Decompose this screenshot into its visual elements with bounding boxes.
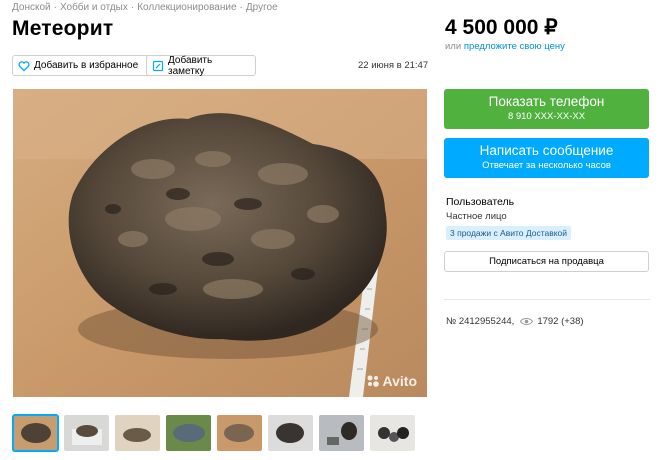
divider — [444, 299, 650, 300]
show-phone-button[interactable]: Показать телефон 8 910 XXX-XX-XX — [444, 89, 649, 129]
price: 4 500 000 ₽ — [445, 16, 558, 39]
write-message-button[interactable]: Написать сообщение Отвечает за несколько… — [444, 138, 649, 178]
favorite-label: Добавить в избранное — [34, 60, 139, 71]
ad-number: № 2412955244, — [446, 316, 515, 327]
view-count: 1792 (+38) — [537, 316, 584, 327]
thumbnail[interactable] — [217, 415, 262, 451]
response-time: Отвечает за несколько часов — [482, 160, 611, 171]
breadcrumb-item[interactable]: Другое — [246, 2, 278, 13]
thumbnail[interactable] — [268, 415, 313, 451]
write-message-label: Написать сообщение — [479, 143, 614, 158]
delivery-badge: 3 продажи с Авито Доставкой — [446, 226, 572, 240]
avito-logo-icon — [366, 374, 380, 388]
thumbnail[interactable] — [12, 414, 59, 452]
note-label: Добавить заметку — [168, 54, 213, 77]
eye-icon — [520, 317, 534, 326]
price-offer: или предложите свою цену — [445, 41, 565, 52]
thumbnail[interactable] — [115, 415, 160, 451]
thumbnail[interactable] — [319, 415, 364, 451]
offer-price-link[interactable]: предложите свою цену — [464, 41, 565, 52]
seller-name[interactable]: Пользователь — [446, 196, 514, 208]
thumbnail[interactable] — [370, 415, 415, 451]
main-photo[interactable]: Avito — [13, 89, 427, 397]
heart-icon — [18, 60, 30, 72]
subscribe-seller-button[interactable]: Подписаться на продавца — [444, 251, 649, 272]
thumbnail-strip — [12, 414, 415, 452]
note-icon — [152, 60, 164, 72]
breadcrumb-item[interactable]: Донской — [12, 2, 51, 13]
page-title: Метеорит — [12, 17, 114, 40]
show-phone-label: Показать телефон — [488, 94, 605, 109]
meteorite-photo-image — [13, 89, 427, 397]
price-or-text: или — [445, 41, 462, 52]
ad-stats: № 2412955244, 1792 (+38) — [446, 316, 584, 327]
thumbnail[interactable] — [166, 415, 211, 451]
breadcrumb-item[interactable]: Коллекционирование — [137, 2, 236, 13]
avito-watermark: Avito — [366, 373, 417, 389]
breadcrumb-item[interactable]: Хобби и отдых — [60, 2, 128, 13]
breadcrumb: Донской · Хобби и отдых · Коллекционирование… — [12, 2, 278, 13]
publish-date: 22 июня в 21:47 — [358, 60, 429, 71]
phone-number: 8 910 XXX-XX-XX — [507, 111, 586, 122]
seller-type: Частное лицо — [446, 211, 507, 222]
thumbnail[interactable] — [64, 415, 109, 451]
add-to-favorites-button[interactable]: Добавить в избранное — [12, 55, 150, 76]
watermark-text: Avito — [382, 373, 417, 389]
add-note-button[interactable]: Добавить заметку — [146, 54, 256, 77]
